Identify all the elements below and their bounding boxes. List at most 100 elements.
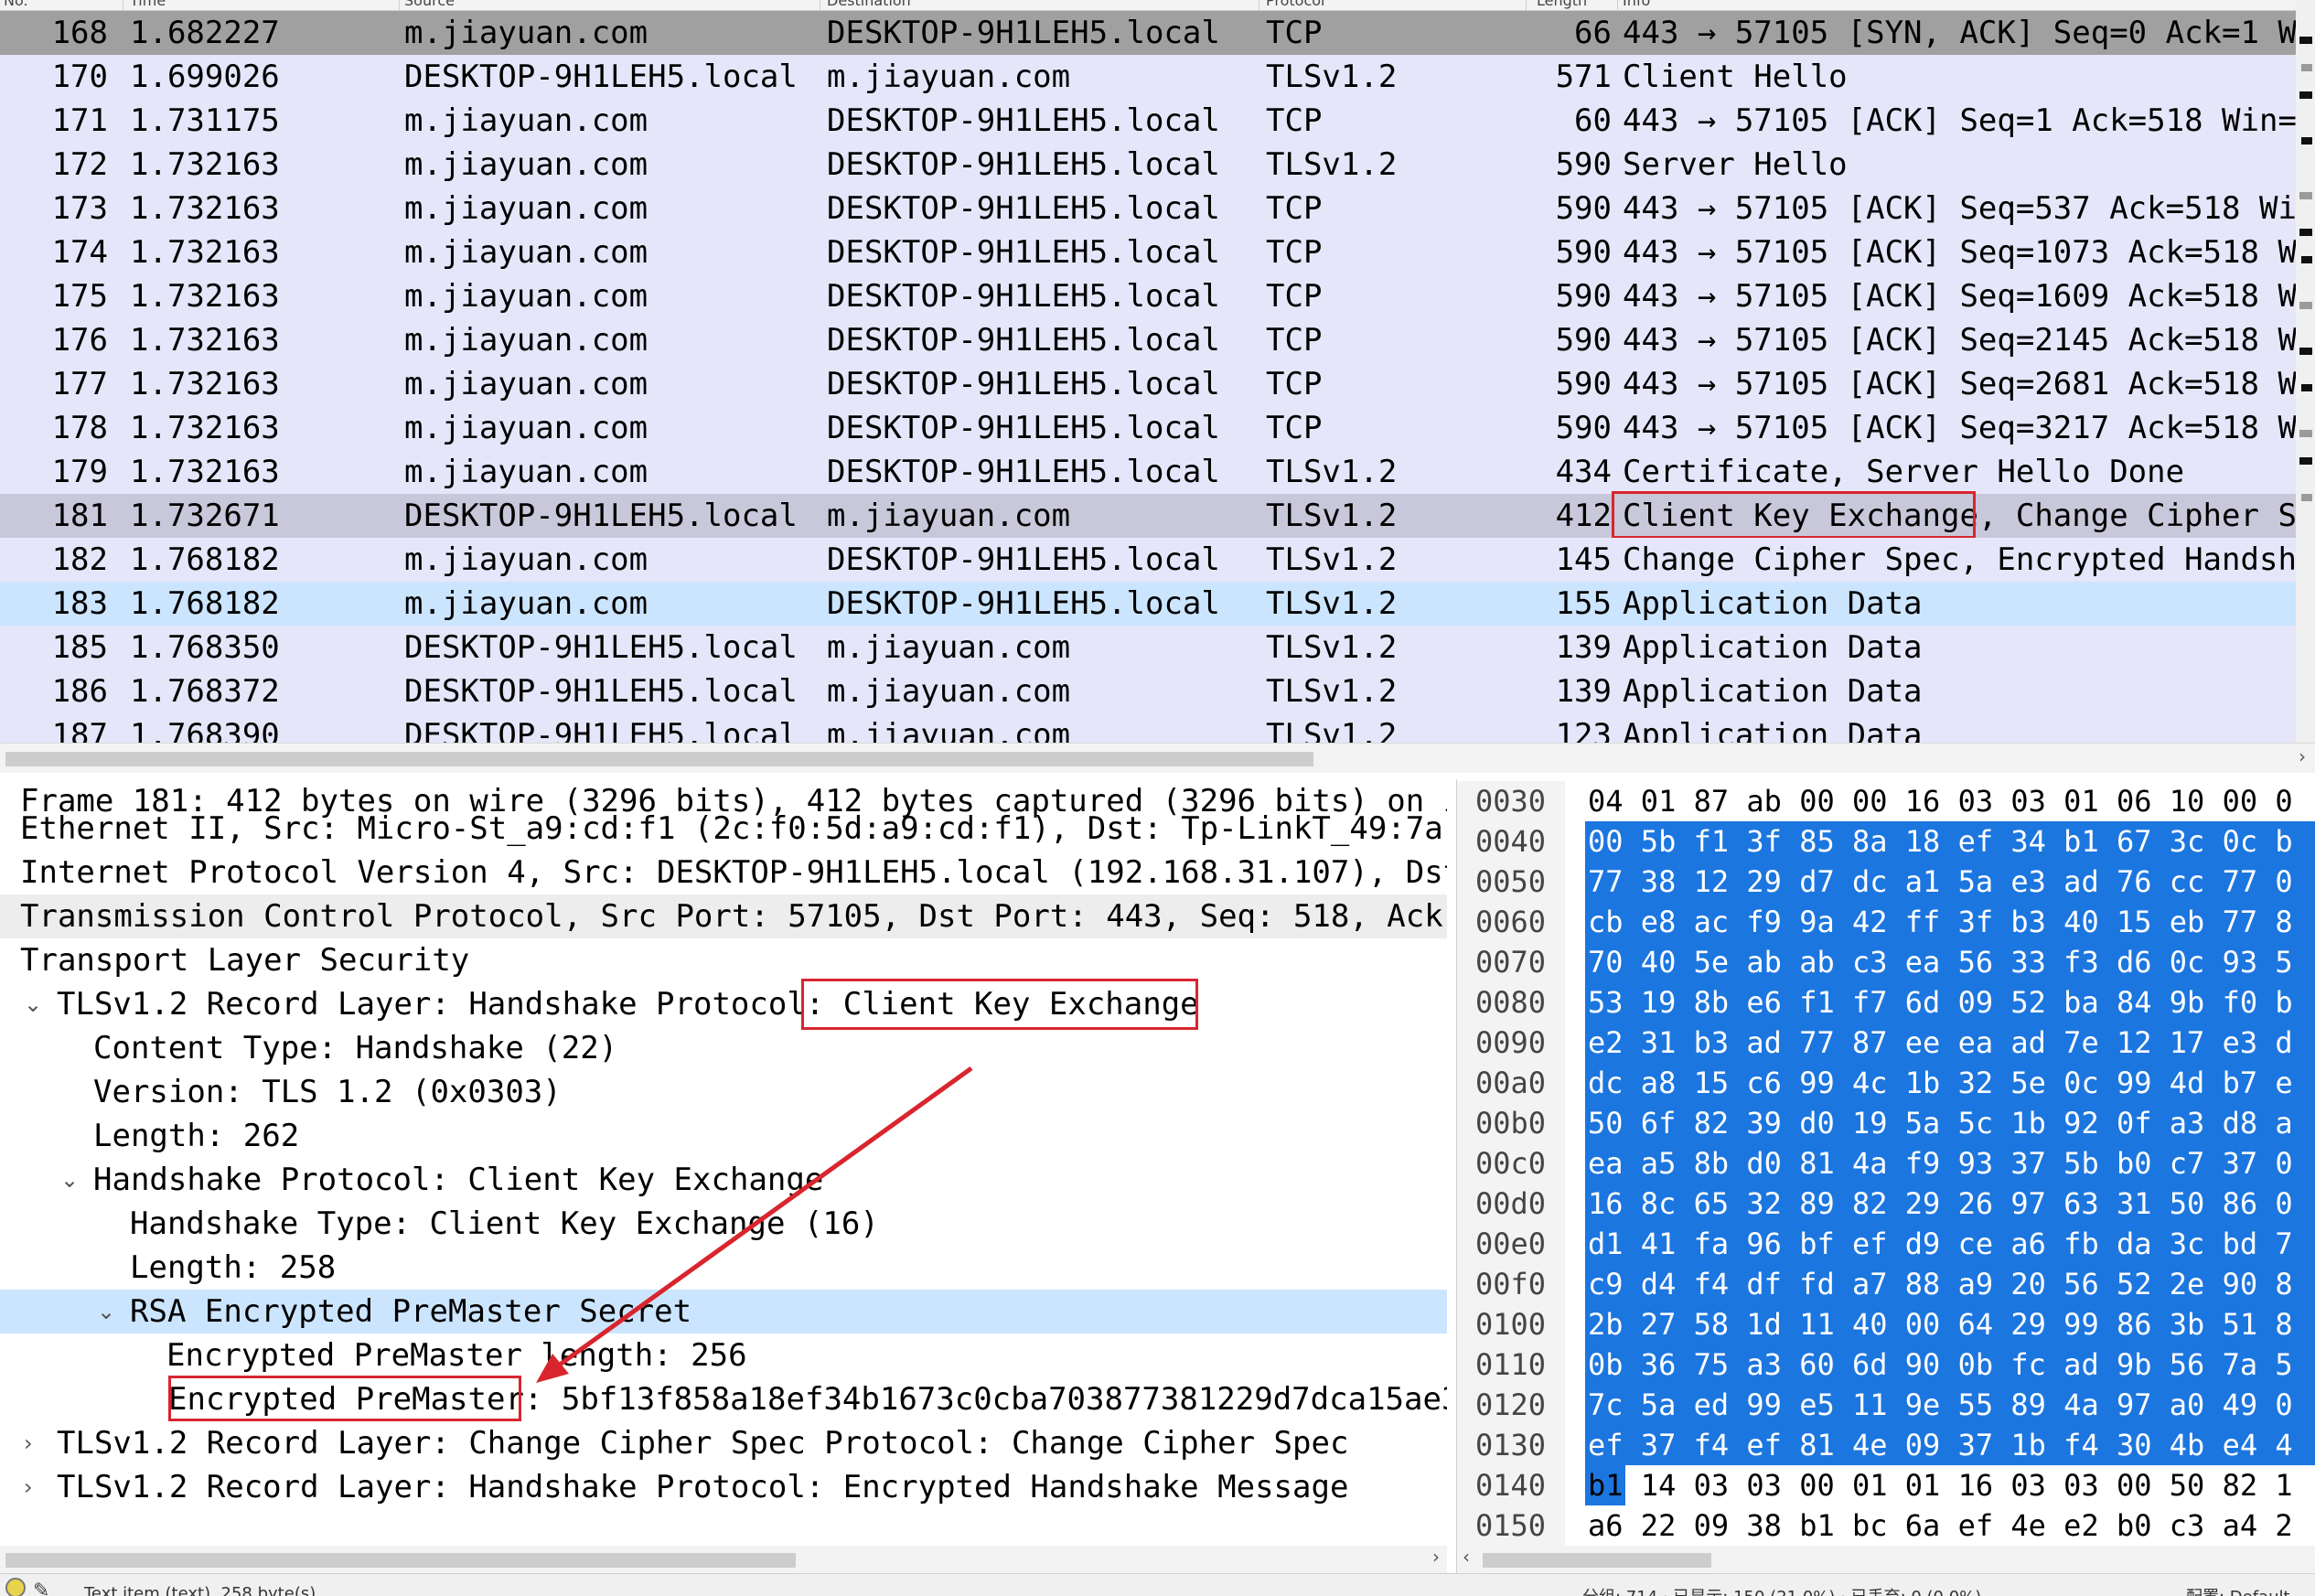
- scroll-right-arrow-icon[interactable]: ›: [2299, 745, 2306, 767]
- packet-info: 443 → 57105 [ACK] Seq=3217 Ack=518 Wir: [1623, 406, 2315, 450]
- bytes-row[interactable]: 0060 cb e8 ac f9 9a 42 ff 3f b3 40 15 eb…: [1457, 902, 2315, 942]
- bytes-row[interactable]: 00a0 dc a8 15 c6 99 4c 1b 32 5e 0c 99 4d…: [1457, 1063, 2315, 1103]
- col-header-destination[interactable]: Destination: [827, 0, 911, 9]
- packet-row[interactable]: 182 1.768182 m.jiayuan.com DESKTOP-9H1LE…: [0, 538, 2296, 582]
- bytes-row[interactable]: 0050 77 38 12 29 d7 dc a1 5a e3 ad 76 cc…: [1457, 862, 2315, 902]
- scroll-left-arrow-icon[interactable]: ‹: [1463, 1546, 1470, 1568]
- status-profile[interactable]: 配置: Default: [2186, 1584, 2290, 1596]
- packet-row[interactable]: 172 1.732163 m.jiayuan.com DESKTOP-9H1LE…: [0, 143, 2296, 187]
- packet-destination: DESKTOP-9H1LEH5.local: [827, 99, 1220, 143]
- tree-item-content-type[interactable]: Content Type: Handshake (22): [0, 1026, 1447, 1070]
- packet-source: m.jiayuan.com: [404, 362, 648, 406]
- tree-item-tls[interactable]: Transport Layer Security: [0, 938, 1447, 982]
- packet-info: 443 → 57105 [ACK] Seq=2681 Ack=518 Wir: [1623, 362, 2315, 406]
- packet-destination: m.jiayuan.com: [827, 494, 1070, 538]
- bytes-row[interactable]: 0150 a6 22 09 38 b1 bc 6a ef 4e e2 b0 c3…: [1457, 1505, 2315, 1546]
- packet-row[interactable]: 171 1.731175 m.jiayuan.com DESKTOP-9H1LE…: [0, 99, 2296, 143]
- bytes-row[interactable]: 0080 53 19 8b e6 f1 f7 6d 09 52 ba 84 9b…: [1457, 982, 2315, 1023]
- tree-item-length[interactable]: Length: 262: [0, 1114, 1447, 1158]
- bytes-row[interactable]: 0030 04 01 87 ab 00 00 16 03 03 01 06 10…: [1457, 781, 2315, 821]
- packet-row[interactable]: 168 1.682227 m.jiayuan.com DESKTOP-9H1LE…: [0, 11, 2296, 55]
- packet-row[interactable]: 176 1.732163 m.jiayuan.com DESKTOP-9H1LE…: [0, 318, 2296, 362]
- tree-item-version[interactable]: Version: TLS 1.2 (0x0303): [0, 1070, 1447, 1114]
- packet-row[interactable]: 186 1.768372 DESKTOP-9H1LEH5.local m.jia…: [0, 669, 2296, 713]
- bytes-row[interactable]: 0120 7c 5a ed 99 e5 11 9e 55 89 4a 97 a0…: [1457, 1385, 2315, 1425]
- packet-info: 443 → 57105 [ACK] Seq=537 Ack=518 Win=: [1623, 187, 2315, 230]
- bytes-row[interactable]: 0140 b1 14 03 03 00 01 01 16 03 03 00 50…: [1457, 1465, 2315, 1505]
- annotation-box-encrypted-premaster: [168, 1376, 521, 1421]
- bytes-horizontal-scrollbar[interactable]: ‹: [1457, 1546, 2315, 1573]
- packet-source: m.jiayuan.com: [404, 274, 648, 318]
- bytes-row[interactable]: 00f0 c9 d4 f4 df fd a7 88 a9 20 56 52 2e…: [1457, 1264, 2315, 1304]
- bytes-row[interactable]: 0100 2b 27 58 1d 11 40 00 64 29 99 86 3b…: [1457, 1304, 2315, 1344]
- bytes-hex: 0b 36 75 a3 60 6d 90 0b fc ad 9b 56 7a 5: [1588, 1344, 2293, 1385]
- bytes-row[interactable]: 00e0 d1 41 fa 96 bf ef d9 ce a6 fb da 3c…: [1457, 1224, 2315, 1264]
- packet-list[interactable]: No. Time Source Destination Protocol Len…: [0, 0, 2315, 773]
- col-header-source[interactable]: Source: [404, 0, 455, 9]
- tree-item-handshake-type[interactable]: Handshake Type: Client Key Exchange (16): [0, 1202, 1447, 1246]
- bytes-row[interactable]: 0090 e2 31 b3 ad 77 87 ee ea ad 7e 12 17…: [1457, 1023, 2315, 1063]
- packet-info: 443 → 57105 [SYN, ACK] Seq=0 Ack=1 Win=: [1623, 11, 2315, 55]
- bytes-row[interactable]: 00c0 ea a5 8b d0 81 4a f9 93 37 5b b0 c7…: [1457, 1143, 2315, 1184]
- tree-item-premaster-length[interactable]: Encrypted PreMaster length: 256: [0, 1334, 1447, 1377]
- packet-list-horizontal-scrollbar[interactable]: ›: [0, 743, 2315, 773]
- col-header-length[interactable]: Length: [1537, 0, 1587, 9]
- packet-row[interactable]: 178 1.732163 m.jiayuan.com DESKTOP-9H1LE…: [0, 406, 2296, 450]
- packet-protocol: TLSv1.2: [1266, 143, 1397, 187]
- packet-time: 1.768350: [130, 626, 280, 669]
- bytes-hex: 00 5b f1 3f 85 8a 18 ef 34 b1 67 3c 0c b: [1588, 821, 2293, 862]
- tree-item-tcp[interactable]: Transmission Control Protocol, Src Port:…: [0, 894, 1447, 938]
- packet-length: 155: [1507, 582, 1612, 626]
- scrollbar-thumb[interactable]: [5, 1553, 796, 1568]
- packet-length: 145: [1507, 538, 1612, 582]
- scroll-right-arrow-icon[interactable]: ›: [1432, 1546, 1440, 1568]
- col-header-protocol[interactable]: Protocol: [1266, 0, 1324, 9]
- scrollbar-thumb[interactable]: [5, 752, 1313, 766]
- packet-row[interactable]: 173 1.732163 m.jiayuan.com DESKTOP-9H1LE…: [0, 187, 2296, 230]
- tree-item-tls-record-handshake[interactable]: ⌄ TLSv1.2 Record Layer: Handshake Protoc…: [0, 982, 1447, 1026]
- packet-destination: m.jiayuan.com: [827, 55, 1070, 99]
- tree-item-handshake-protocol[interactable]: ⌄ Handshake Protocol: Client Key Exchang…: [0, 1158, 1447, 1202]
- bytes-row[interactable]: 0130 ef 37 f4 ef 81 4e 09 37 1b f4 30 4b…: [1457, 1425, 2315, 1465]
- tree-item-ip[interactable]: Internet Protocol Version 4, Src: DESKTO…: [0, 851, 1447, 894]
- bytes-row[interactable]: 0070 70 40 5e ab ab c3 ea 56 33 f3 d6 0c…: [1457, 942, 2315, 982]
- tree-item-handshake-length[interactable]: Length: 258: [0, 1246, 1447, 1290]
- packet-row[interactable]: 175 1.732163 m.jiayuan.com DESKTOP-9H1LE…: [0, 274, 2296, 318]
- packet-details-pane[interactable]: Frame 181: 412 bytes on wire (3296 bits)…: [0, 779, 1447, 1573]
- packet-protocol: TLSv1.2: [1266, 538, 1397, 582]
- collapse-arrow-icon[interactable]: ⌄: [97, 1290, 115, 1334]
- packet-row[interactable]: 185 1.768350 DESKTOP-9H1LEH5.local m.jia…: [0, 626, 2296, 669]
- bytes-row[interactable]: 00d0 16 8c 65 32 89 82 29 26 97 63 31 50…: [1457, 1184, 2315, 1224]
- bytes-row[interactable]: 0040 00 5b f1 3f 85 8a 18 ef 34 b1 67 3c…: [1457, 821, 2315, 862]
- tree-item-tls-record-encrypted[interactable]: › TLSv1.2 Record Layer: Handshake Protoc…: [0, 1465, 1447, 1509]
- packet-row-181[interactable]: 181 1.732671 DESKTOP-9H1LEH5.local m.jia…: [0, 494, 2296, 538]
- expert-info-icon[interactable]: [5, 1578, 26, 1596]
- scrollbar-thumb[interactable]: [1483, 1553, 1711, 1568]
- packet-no: 171: [0, 99, 108, 143]
- details-horizontal-scrollbar[interactable]: ›: [0, 1546, 1447, 1573]
- packet-row[interactable]: 174 1.732163 m.jiayuan.com DESKTOP-9H1LE…: [0, 230, 2296, 274]
- packet-list-minimap-scrollbar[interactable]: [2296, 0, 2315, 743]
- collapse-arrow-icon[interactable]: ⌄: [24, 982, 42, 1026]
- tree-item-rsa-premaster-secret[interactable]: ⌄ RSA Encrypted PreMaster Secret: [0, 1290, 1447, 1334]
- expand-arrow-icon[interactable]: ›: [24, 1465, 33, 1509]
- collapse-arrow-icon[interactable]: ⌄: [60, 1158, 79, 1202]
- tree-item-label: Encrypted PreMaster length: 256: [166, 1334, 747, 1377]
- tree-item-tls-record-ccs[interactable]: › TLSv1.2 Record Layer: Change Cipher Sp…: [0, 1421, 1447, 1465]
- bytes-row[interactable]: 00b0 50 6f 82 39 d0 19 5a 5c 1b 92 0f a3…: [1457, 1103, 2315, 1143]
- packet-row[interactable]: 183 1.768182 m.jiayuan.com DESKTOP-9H1LE…: [0, 582, 2296, 626]
- packet-row[interactable]: 177 1.732163 m.jiayuan.com DESKTOP-9H1LE…: [0, 362, 2296, 406]
- packet-info: Application Data: [1623, 669, 1923, 713]
- bytes-row[interactable]: 0110 0b 36 75 a3 60 6d 90 0b fc ad 9b 56…: [1457, 1344, 2315, 1385]
- col-header-time[interactable]: Time: [130, 0, 166, 9]
- packet-bytes-pane[interactable]: 0030 04 01 87 ab 00 00 16 03 03 01 06 10…: [1456, 779, 2315, 1573]
- col-header-no[interactable]: No.: [4, 0, 28, 9]
- annotation-box-info: [1612, 491, 1976, 539]
- tree-item-ethernet[interactable]: Ethernet II, Src: Micro-St_a9:cd:f1 (2c:…: [0, 807, 1447, 851]
- tree-item-encrypted-premaster[interactable]: Encrypted PreMaster: 5bf13f858a18ef34b16…: [0, 1377, 1447, 1421]
- packet-row[interactable]: 179 1.732163 m.jiayuan.com DESKTOP-9H1LE…: [0, 450, 2296, 494]
- col-header-info[interactable]: Info: [1623, 0, 1650, 9]
- edit-icon[interactable]: ✎: [33, 1580, 49, 1596]
- expand-arrow-icon[interactable]: ›: [24, 1421, 33, 1465]
- packet-row[interactable]: 170 1.699026 DESKTOP-9H1LEH5.local m.jia…: [0, 55, 2296, 99]
